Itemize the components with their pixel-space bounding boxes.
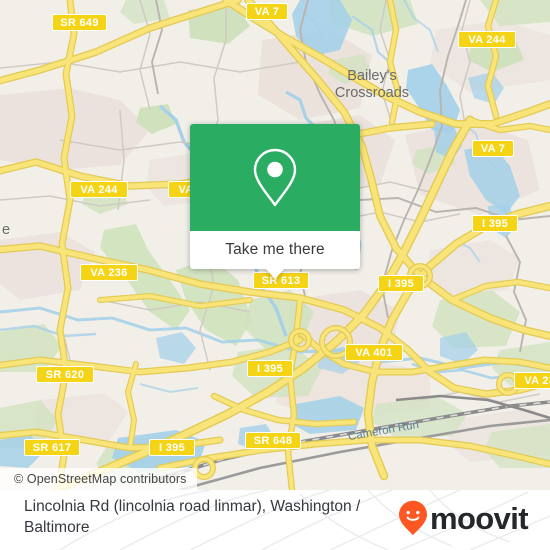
- road-shield-va-7-top: VA 7: [246, 3, 288, 20]
- place-label-annandale-clipped: e: [2, 222, 10, 238]
- osm-attribution[interactable]: © OpenStreetMap contributors: [0, 468, 197, 490]
- road-shield-sr-617: SR 617: [24, 439, 80, 456]
- road-shield-va-244-top-right: VA 244: [458, 31, 516, 48]
- moovit-map-screenshot: Bailey's Crossroads e Cameron Run SR 649…: [0, 0, 550, 550]
- location-title: Lincolnia Rd (lincolnia road linmar), Wa…: [24, 498, 361, 536]
- road-shield-sr-620: SR 620: [36, 366, 94, 383]
- place-label-baileys-line2: Crossroads: [335, 85, 409, 101]
- road-shield-va-7-right: VA 7: [472, 140, 514, 157]
- take-me-there-label: Take me there: [225, 241, 325, 258]
- popup-action-bar[interactable]: Take me there: [190, 231, 360, 279]
- map-pin-icon: [253, 148, 297, 206]
- road-shield-va-236-left: VA 236: [80, 264, 138, 281]
- road-shield-va-244-left: VA 244: [70, 181, 128, 198]
- place-label-baileys-line1: Bailey's: [347, 68, 397, 84]
- road-shield-i-395-mid-right: I 395: [378, 275, 424, 292]
- road-shield-sr-649: SR 649: [52, 14, 107, 31]
- road-shield-i-395-mid: I 395: [247, 360, 293, 377]
- moovit-pin-smile-icon: [398, 500, 427, 536]
- popup-tail: [265, 268, 285, 279]
- take-me-there-popup[interactable]: Take me there: [190, 124, 360, 279]
- road-shield-va-401: VA 401: [345, 344, 403, 361]
- popup-image-panel: [190, 124, 360, 231]
- road-shield-i-395-bottom-left: I 395: [149, 439, 195, 456]
- road-shield-va-236-right: VA 236: [514, 372, 550, 389]
- moovit-brand[interactable]: moovit: [398, 500, 529, 536]
- road-shield-i-395-right: I 395: [472, 215, 518, 232]
- moovit-wordmark: moovit: [429, 500, 529, 536]
- road-shield-sr-648: SR 648: [245, 432, 301, 449]
